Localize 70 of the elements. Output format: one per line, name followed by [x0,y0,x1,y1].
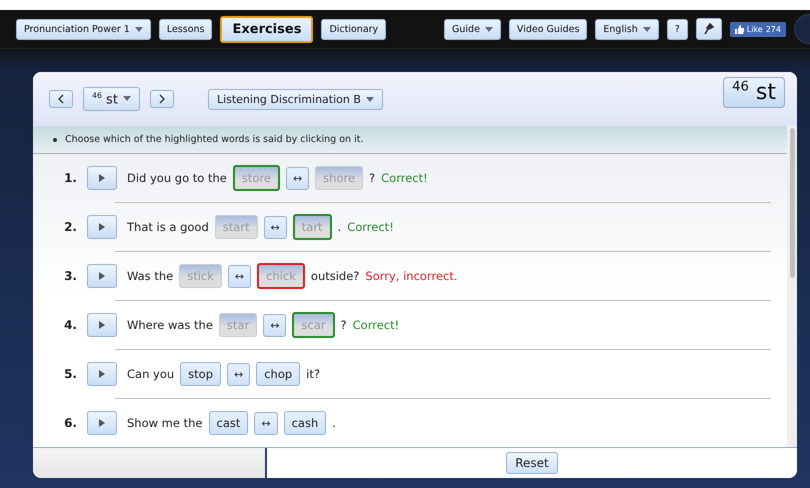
feedback-text: Sorry, incorrect. [365,269,458,283]
nav-button[interactable]: Guide [444,18,501,40]
chevron-right-icon [158,94,165,104]
instruction-text: Choose which of the highlighted words is said by clicking on it. [65,134,364,145]
exercise-select[interactable]: Listening Discrimination B [208,88,383,110]
chevron-left-icon [58,94,64,104]
feedback-text: Correct! [352,318,400,332]
feedback-text: Correct! [347,220,394,234]
sentence-text: ? [369,171,376,185]
microphone-icon [704,23,714,35]
play-button[interactable] [87,313,117,337]
nav-button[interactable]: Pronunciation Power 1 [16,18,151,40]
feedback-text: Correct! [381,171,428,185]
nav-button[interactable]: ? [666,18,688,40]
sentence-text: Was the [127,269,174,283]
swap-button[interactable]: ↔ [286,166,310,190]
item-number: 6. [63,416,77,430]
play-button[interactable] [87,215,117,239]
scrollbar-thumb[interactable] [790,128,794,278]
microphone-button[interactable] [696,18,722,40]
sentence-text: . [332,416,336,430]
play-icon [99,223,105,231]
nav-button[interactable]: Video Guides [508,18,588,40]
scrollbar[interactable] [787,126,797,447]
swap-button[interactable]: ↔ [228,264,252,288]
swap-button[interactable]: ↔ [227,362,250,386]
sound-select[interactable]: $^{46}$ st [83,86,140,112]
sentence-text: Did you go to the [127,171,227,185]
reset-button[interactable]: Reset [506,452,558,474]
play-button[interactable] [87,166,117,190]
sentence-text: it? [306,367,320,381]
sentence-text: Can you [127,367,174,381]
like-button[interactable]: Like 274 [730,22,786,36]
caret-icon [122,96,131,102]
caret-icon [366,96,374,102]
previous-button[interactable] [49,90,73,108]
nav-button[interactable]: Lessons [158,18,212,40]
sentence-text: Show me the [127,416,202,430]
play-button[interactable] [87,362,117,386]
sound-badge: $^{46}$ st [723,77,785,108]
item-number: 2. [63,220,77,234]
play-icon [99,272,105,280]
item-number: 4. [63,318,77,332]
item-number: 5. [63,367,77,381]
word-choice[interactable]: cash [284,411,326,435]
play-icon [99,419,105,427]
play-button[interactable] [87,411,117,435]
play-button[interactable] [87,264,117,288]
next-button[interactable] [150,90,174,108]
item-number: 1. [63,171,77,185]
swap-button[interactable]: ↔ [264,216,287,238]
play-icon [99,321,105,329]
sentence-text: ? [340,318,347,332]
item-number: 3. [63,269,77,283]
word-choice[interactable]: stop [180,362,221,386]
word-choice[interactable]: cast [208,411,248,435]
play-icon [99,370,105,378]
word-choice[interactable]: chop [256,362,300,386]
swap-button[interactable]: ↔ [263,314,286,336]
sentence-text: . [338,220,342,234]
bullet-icon [53,138,57,142]
nav-button[interactable]: Dictionary [321,18,386,40]
thumbs-up-icon [734,24,744,34]
swap-button[interactable]: ↔ [254,412,278,434]
sentence-text: Where was the [127,318,213,332]
sentence-text: outside? [310,269,360,283]
nav-button[interactable]: English [595,18,659,40]
nav-button[interactable]: Exercises [220,16,314,42]
play-icon [99,174,105,182]
sentence-text: That is a good [127,220,209,234]
